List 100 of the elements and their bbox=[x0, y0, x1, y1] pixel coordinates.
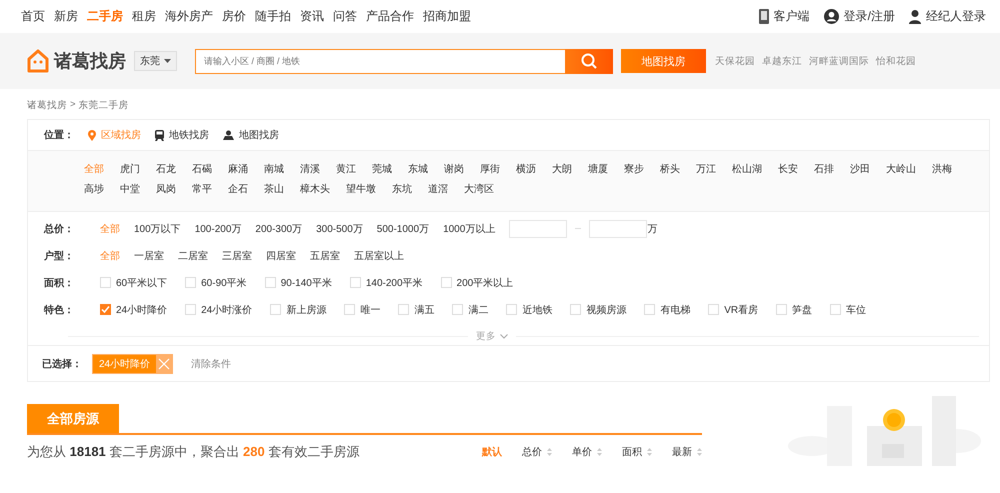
nav-link[interactable]: 首页 bbox=[21, 8, 45, 25]
feature-checkbox[interactable]: VR看房 bbox=[708, 302, 758, 316]
city-dropdown[interactable]: 东莞 bbox=[134, 51, 177, 71]
room-option[interactable]: 四居室 bbox=[266, 248, 296, 262]
price-option[interactable]: 100万以下 bbox=[134, 222, 181, 236]
sort-arrows-icon bbox=[597, 448, 602, 456]
district-link[interactable]: 厚街 bbox=[480, 162, 500, 176]
area-checkbox[interactable]: 200平米以上 bbox=[440, 276, 514, 290]
district-link[interactable]: 高埗 bbox=[84, 182, 104, 196]
district-link[interactable]: 塘厦 bbox=[588, 162, 608, 176]
room-option[interactable]: 五居室以上 bbox=[354, 248, 404, 262]
district-link[interactable]: 横沥 bbox=[516, 162, 536, 176]
nav-link[interactable]: 问答 bbox=[333, 8, 357, 25]
district-link[interactable]: 黄江 bbox=[336, 162, 356, 176]
header-link[interactable]: 经纪人登录 bbox=[909, 8, 986, 25]
feature-checkbox[interactable]: 24小时涨价 bbox=[185, 302, 252, 316]
header-link[interactable]: 登录/注册 bbox=[824, 8, 895, 25]
feature-checkbox[interactable]: 唯一 bbox=[344, 302, 380, 316]
price-option[interactable]: 1000万以上 bbox=[443, 222, 496, 236]
feature-checkbox[interactable]: 新上房源 bbox=[270, 302, 326, 316]
district-link[interactable]: 大朗 bbox=[552, 162, 572, 176]
district-link[interactable]: 石碣 bbox=[192, 162, 212, 176]
district-link[interactable]: 常平 bbox=[192, 182, 212, 196]
site-logo[interactable]: 诸葛找房 bbox=[27, 49, 126, 73]
max-price-field[interactable] bbox=[589, 220, 648, 238]
header-link[interactable]: 客户端 bbox=[758, 8, 810, 25]
sort-option[interactable]: 总价 bbox=[522, 445, 552, 459]
district-link[interactable]: 虎门 bbox=[120, 162, 140, 176]
feature-checkbox[interactable]: 满二 bbox=[452, 302, 488, 316]
nav-link[interactable]: 资讯 bbox=[300, 8, 324, 25]
district-link[interactable]: 寮步 bbox=[624, 162, 644, 176]
feature-checkbox[interactable]: 车位 bbox=[830, 302, 866, 316]
district-link[interactable]: 石排 bbox=[814, 162, 834, 176]
location-tab[interactable]: 地图找房 bbox=[223, 128, 279, 142]
district-link[interactable]: 大岭山 bbox=[886, 162, 916, 176]
location-tab[interactable]: 地铁找房 bbox=[155, 128, 209, 142]
area-checkbox[interactable]: 60平米以下 bbox=[100, 276, 168, 290]
feature-checkbox[interactable]: 视频房源 bbox=[570, 302, 626, 316]
search-field[interactable]: 请输入小区 / 商圈 / 地铁 bbox=[195, 48, 565, 74]
nav-link[interactable]: 随手拍 bbox=[255, 8, 291, 25]
district-link[interactable]: 茶山 bbox=[264, 182, 284, 196]
filter-label: 位置： bbox=[44, 128, 74, 142]
price-option[interactable]: 100-200万 bbox=[194, 222, 242, 236]
sort-option[interactable]: 最新 bbox=[672, 445, 702, 459]
person-icon bbox=[909, 10, 921, 24]
clear-filters-link[interactable]: 清除条件 bbox=[191, 356, 232, 370]
feature-checkbox[interactable]: 笋盘 bbox=[776, 302, 812, 316]
area-checkbox[interactable]: 90-140平米 bbox=[264, 276, 332, 290]
breadcrumb-link[interactable]: 东莞二手房 bbox=[78, 99, 129, 119]
nav-link[interactable]: 租房 bbox=[132, 8, 156, 25]
district-link[interactable]: 万江 bbox=[696, 162, 716, 176]
price-unit: 万 bbox=[647, 222, 658, 236]
sort-option[interactable]: 单价 bbox=[572, 445, 602, 459]
breadcrumb-link[interactable]: 诸葛找房 bbox=[27, 99, 67, 119]
sort-option[interactable]: 面积 bbox=[622, 445, 652, 459]
district-link[interactable]: 长安 bbox=[778, 162, 798, 176]
district-link[interactable]: 望牛墩 bbox=[346, 182, 376, 196]
price-option[interactable]: 500-1000万 bbox=[376, 222, 430, 236]
district-link[interactable]: 沙田 bbox=[850, 162, 870, 176]
nav-link[interactable]: 新房 bbox=[54, 8, 78, 25]
price-option[interactable]: 300-500万 bbox=[316, 222, 363, 236]
district-link[interactable]: 麻涌 bbox=[228, 162, 248, 176]
area-checkbox[interactable]: 60-90平米 bbox=[185, 276, 247, 290]
room-option[interactable]: 五居室 bbox=[310, 248, 340, 262]
district-link[interactable]: 东城 bbox=[408, 162, 428, 176]
feature-checkbox[interactable]: 近地铁 bbox=[506, 302, 552, 316]
nav-link[interactable]: 房价 bbox=[222, 8, 246, 25]
nav-link[interactable]: 招商加盟 bbox=[423, 8, 471, 25]
nav-link[interactable]: 海外房产 bbox=[165, 8, 213, 25]
district-link[interactable]: 松山湖 bbox=[732, 162, 762, 176]
district-link[interactable]: 企石 bbox=[228, 182, 248, 196]
checkbox-label: 140-200平米 bbox=[366, 276, 423, 290]
district-link[interactable]: 谢岗 bbox=[444, 162, 464, 176]
close-icon[interactable] bbox=[156, 354, 172, 372]
nav-link[interactable]: 产品合作 bbox=[366, 8, 414, 25]
min-price-field[interactable] bbox=[509, 220, 568, 238]
room-option[interactable]: 三居室 bbox=[222, 248, 252, 262]
district-link[interactable]: 桥头 bbox=[660, 162, 680, 176]
room-option[interactable]: 二居室 bbox=[178, 248, 208, 262]
district-link[interactable]: 清溪 bbox=[300, 162, 320, 176]
district-link[interactable]: 莞城 bbox=[372, 162, 392, 176]
price-option[interactable]: 200-300万 bbox=[255, 222, 302, 236]
district-link[interactable]: 石龙 bbox=[156, 162, 176, 176]
search-button[interactable] bbox=[565, 48, 613, 74]
district-link[interactable]: 樟木头 bbox=[300, 182, 330, 196]
checkbox[interactable] bbox=[100, 304, 111, 315]
district-link[interactable]: 大湾区 bbox=[464, 182, 494, 196]
feature-checkbox[interactable]: 有电梯 bbox=[644, 302, 690, 316]
district-link[interactable]: 凤岗 bbox=[156, 182, 176, 196]
area-checkbox[interactable]: 140-200平米 bbox=[350, 276, 423, 290]
feature-checkbox[interactable]: 满五 bbox=[398, 302, 434, 316]
district-link[interactable]: 中堂 bbox=[120, 182, 140, 196]
room-option[interactable]: 一居室 bbox=[134, 248, 164, 262]
checkbox-label: 60平米以下 bbox=[116, 276, 168, 290]
district-link[interactable]: 道滘 bbox=[428, 182, 448, 196]
feature-checkbox[interactable]: 24小时降价 bbox=[100, 302, 168, 316]
district-link[interactable]: 南城 bbox=[264, 162, 284, 176]
district-link[interactable]: 东坑 bbox=[392, 182, 412, 196]
filter-label: 已选择： bbox=[42, 358, 83, 370]
district-link[interactable]: 洪梅 bbox=[932, 162, 952, 176]
